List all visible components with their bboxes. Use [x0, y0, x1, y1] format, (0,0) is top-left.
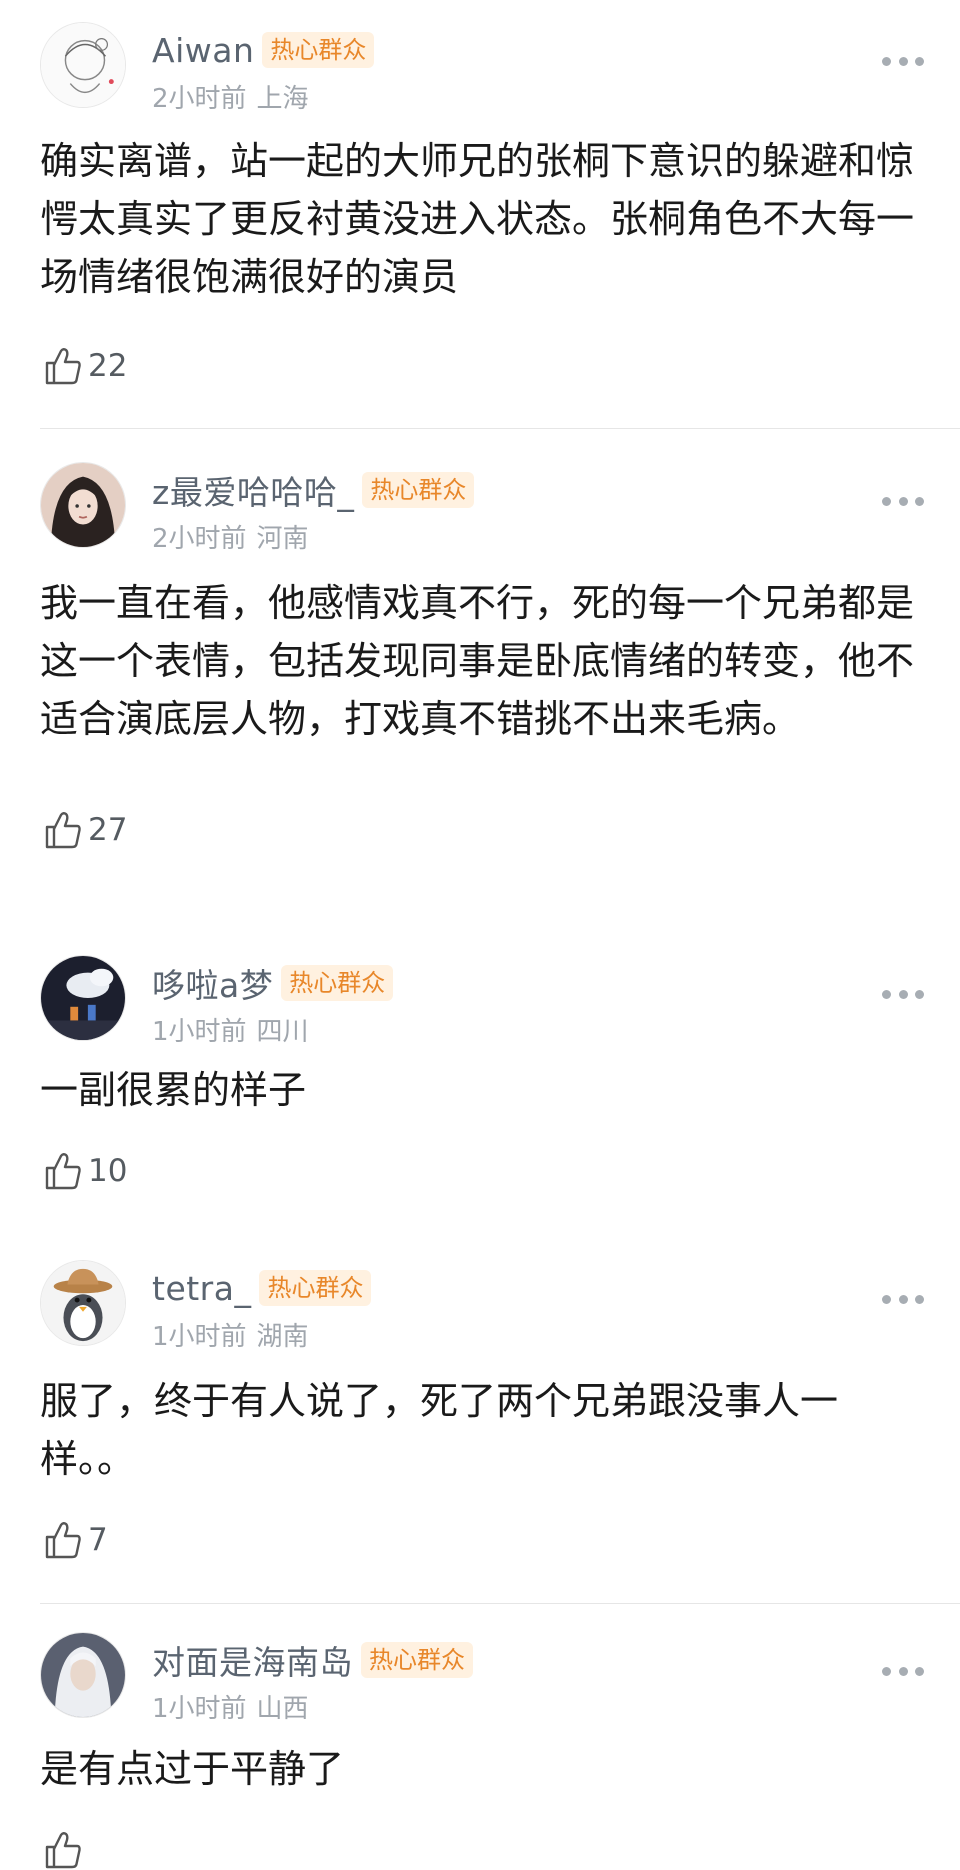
- comment-text: 是有点过于平静了: [40, 1747, 345, 1791]
- comment-text: 一副很累的样子: [40, 1068, 307, 1112]
- like-button[interactable]: [44, 1830, 88, 1870]
- like-button[interactable]: 22: [44, 346, 127, 386]
- thumbs-up-icon: [45, 1832, 81, 1869]
- comment-location: 山西: [256, 1694, 309, 1724]
- avatar[interactable]: [40, 1260, 126, 1346]
- more-options-icon[interactable]: [882, 987, 924, 1001]
- comment-text: 确实离谱，站一起的大师兄的张桐下意识的躲避和惊愕太真实了更反衬黄没进入状态。张桐…: [40, 139, 915, 299]
- avatar[interactable]: [40, 1632, 126, 1718]
- more-options-icon[interactable]: [882, 54, 924, 68]
- comment-location: 河南: [256, 524, 309, 554]
- username[interactable]: tetra_: [152, 1269, 251, 1308]
- like-button[interactable]: 7: [44, 1520, 108, 1560]
- comment-meta: 1小时前 山西: [152, 1688, 309, 1725]
- like-count: 27: [88, 812, 128, 848]
- avatar[interactable]: [40, 22, 126, 108]
- username[interactable]: z最爱哈哈哈_: [152, 466, 354, 514]
- user-badge: 热心群众: [262, 32, 375, 68]
- user-badge: 热心群众: [362, 472, 475, 508]
- comment-meta: 2小时前 上海: [152, 78, 309, 115]
- comment-item: 对面是海南岛 热心群众 1小时前 山西 是有点过于平静了: [0, 1632, 960, 1869]
- comment-time: 1小时前: [152, 1694, 247, 1724]
- more-options-icon[interactable]: [882, 1664, 924, 1678]
- comment-meta: 1小时前 湖南: [152, 1316, 309, 1353]
- thumbs-up-icon: [45, 812, 81, 849]
- username[interactable]: 对面是海南岛: [152, 1636, 353, 1684]
- username[interactable]: 哆啦a梦: [152, 959, 273, 1007]
- comment-time: 1小时前: [152, 1322, 247, 1352]
- comment-time: 2小时前: [152, 84, 247, 114]
- comment-location: 上海: [256, 84, 309, 114]
- more-options-icon[interactable]: [882, 494, 924, 508]
- comment-item: 哆啦a梦 热心群众 1小时前 四川 一副很累的样子 10: [0, 955, 960, 1205]
- more-options-icon[interactable]: [882, 1292, 924, 1306]
- comment-meta: 2小时前 河南: [152, 518, 309, 555]
- comment-item: Aiwan 热心群众 2小时前 上海 确实离谱，站一起的大师兄的张桐下意识的躲避和…: [0, 22, 960, 429]
- thumbs-up-icon: [45, 1522, 81, 1559]
- avatar[interactable]: [40, 462, 126, 548]
- like-count: 10: [88, 1153, 128, 1189]
- user-badge: 热心群众: [361, 1642, 473, 1678]
- like-count: 22: [88, 348, 128, 384]
- comment-item: z最爱哈哈哈_ 热心群众 2小时前 河南 我一直在看，他感情戏真不行，死的每一个兄…: [0, 462, 960, 902]
- thumbs-up-icon: [45, 1153, 81, 1190]
- like-button[interactable]: 10: [44, 1151, 127, 1191]
- comment-text: 服了，终于有人说了，死了两个兄弟跟没事人一样。。: [40, 1379, 839, 1481]
- comment-time: 1小时前: [152, 1017, 247, 1047]
- user-badge: 热心群众: [259, 1270, 372, 1306]
- comment-location: 四川: [256, 1017, 309, 1047]
- user-badge: 热心群众: [281, 965, 394, 1001]
- comment-meta: 1小时前 四川: [152, 1011, 309, 1048]
- thumbs-up-icon: [45, 348, 81, 385]
- like-count: 7: [88, 1522, 108, 1558]
- comment-list: Aiwan 热心群众 2小时前 上海 确实离谱，站一起的大师兄的张桐下意识的躲避和…: [0, 0, 960, 1869]
- comment-location: 湖南: [256, 1322, 309, 1352]
- comment-time: 2小时前: [152, 524, 247, 554]
- avatar[interactable]: [40, 955, 126, 1041]
- comment-item: tetra_ 热心群众 1小时前 湖南 服了，终于有人说了，死了两个兄弟跟没事人一…: [0, 1260, 960, 1604]
- like-button[interactable]: 27: [44, 810, 127, 850]
- comment-text: 我一直在看，他感情戏真不行，死的每一个兄弟都是这一个表情，包括发现同事是卧底情绪…: [40, 581, 915, 741]
- username[interactable]: Aiwan: [152, 31, 254, 70]
